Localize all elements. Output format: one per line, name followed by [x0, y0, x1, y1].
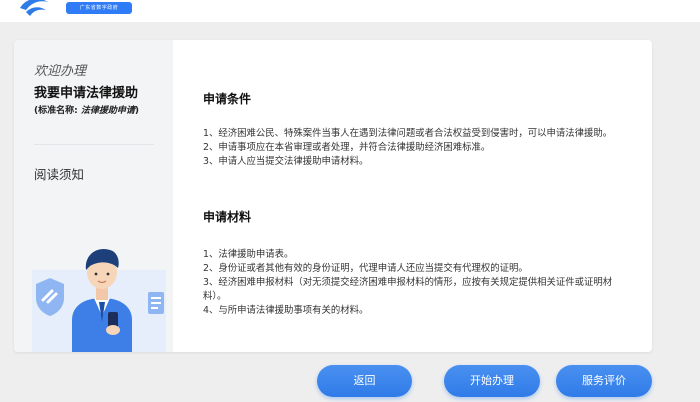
logo-icon	[20, 0, 48, 16]
list-item: 1、法律援助申请表。	[203, 249, 294, 260]
top-bar: 广东省数字政府	[0, 0, 700, 22]
standard-name-value: 法律援助申请	[80, 106, 135, 116]
logo-tagline: 广东省数字政府	[66, 2, 132, 14]
list-item: 2、身份证或者其他有效的身份证明，代理申请人还应当提交有代理权的证明。	[203, 263, 528, 274]
list-item: 1、经济困难公民、特殊案件当事人在遇到法律问题或者合法权益受到侵害时，可以申请法…	[203, 128, 613, 139]
materials-title: 申请材料	[203, 210, 252, 224]
service-title: 我要申请法律援助	[34, 86, 139, 101]
service-person-illustration	[32, 248, 166, 352]
sidebar-divider	[34, 144, 154, 145]
sidebar: 欢迎办理 我要申请法律援助 (标准名称: 法律援助申请) 阅读须知	[14, 40, 173, 352]
welcome-text: 欢迎办理	[34, 64, 87, 79]
list-item: 4、与所申请法律援助事项有关的材料。	[203, 305, 369, 316]
back-button[interactable]: 返回	[317, 365, 412, 397]
notice-content: 申请条件 1、经济困难公民、特殊案件当事人在遇到法律问题或者合法权益受到侵害时，…	[173, 40, 652, 352]
evaluate-button[interactable]: 服务评价	[556, 365, 652, 397]
sidebar-item-read-notice[interactable]: 阅读须知	[34, 164, 84, 183]
list-item: 2、申请事项应在本省审理或者处理，并符合法律援助经济困难标准。	[203, 142, 491, 153]
standard-name-prefix: (标准名称:	[34, 106, 81, 116]
standard-name: (标准名称: 法律援助申请)	[34, 104, 154, 118]
conditions-title: 申请条件	[203, 92, 252, 106]
list-item: 3、经济困难申报材料（对无须提交经济困难申报材料的情形，应按有关规定提供相关证件…	[203, 277, 613, 302]
conditions-list: 1、经济困难公民、特殊案件当事人在遇到法律问题或者合法权益受到侵害时，可以申请法…	[203, 127, 623, 169]
standard-name-suffix: )	[134, 106, 139, 116]
start-button[interactable]: 开始办理	[444, 365, 540, 397]
list-item: 3、申请人应当提交法律援助申请材料。	[203, 156, 369, 167]
main-card: 欢迎办理 我要申请法律援助 (标准名称: 法律援助申请) 阅读须知 申请条件 1…	[14, 40, 652, 352]
materials-list: 1、法律援助申请表。 2、身份证或者其他有效的身份证明，代理申请人还应当提交有代…	[203, 248, 623, 318]
